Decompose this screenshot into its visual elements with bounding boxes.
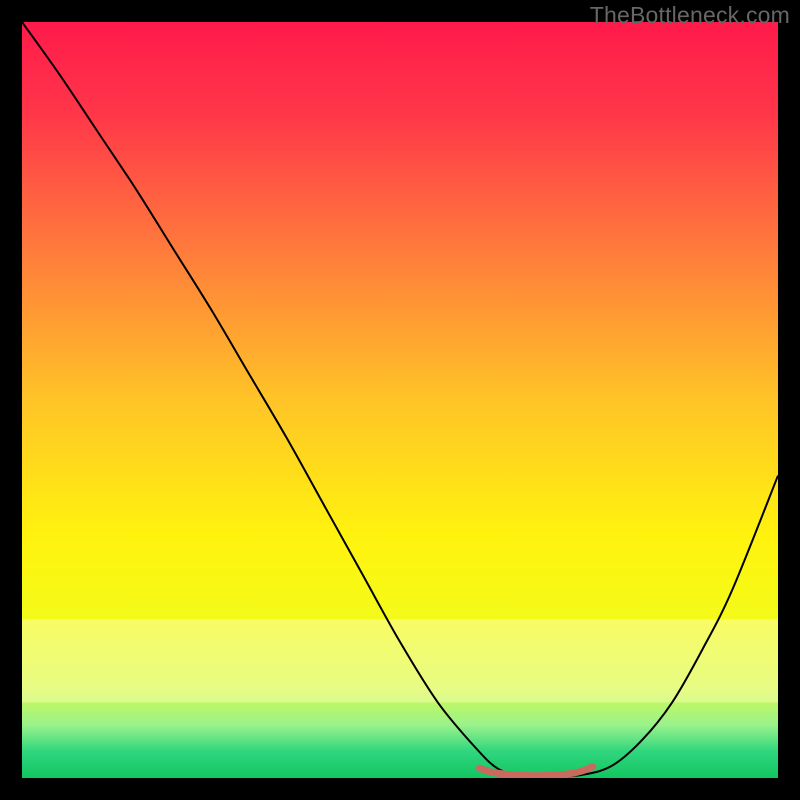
watermark-text: TheBottleneck.com <box>590 2 790 29</box>
chart-frame: TheBottleneck.com <box>0 0 800 800</box>
highlight-band <box>22 619 778 702</box>
bottleneck-chart <box>22 22 778 778</box>
plot-area <box>22 22 778 778</box>
